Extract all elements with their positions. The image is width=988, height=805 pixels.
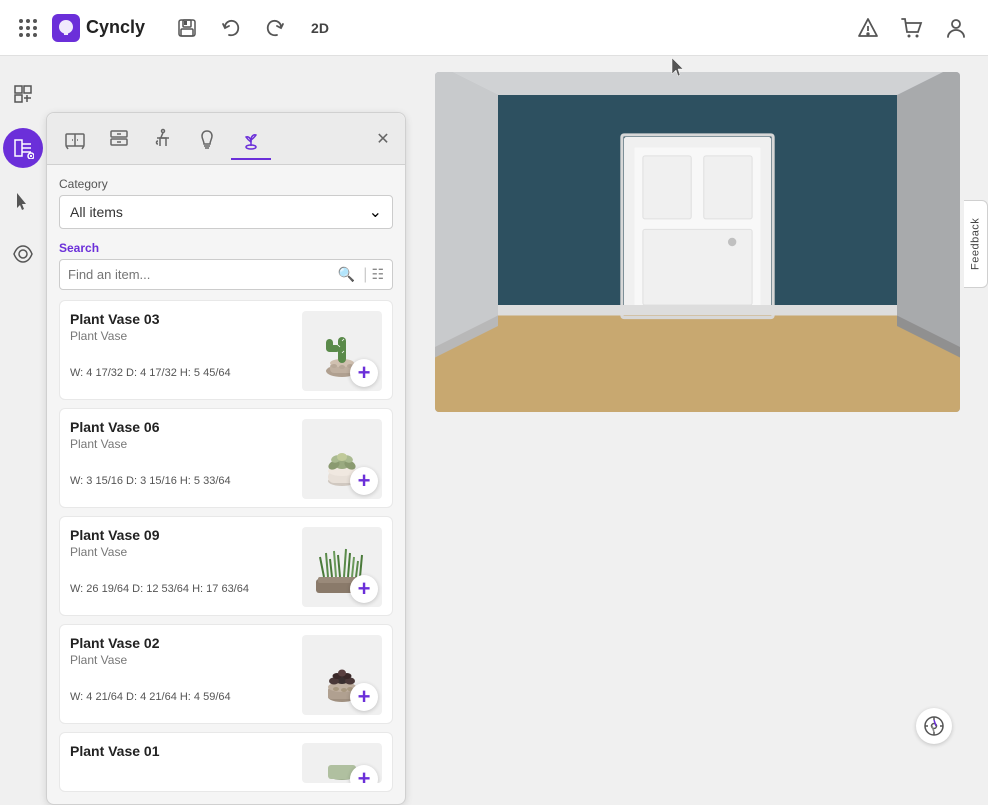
- item-subtype: Plant Vase: [70, 653, 302, 667]
- select-tool-button[interactable]: [5, 184, 41, 220]
- compass-button[interactable]: [916, 708, 952, 744]
- save-button[interactable]: [169, 10, 205, 46]
- category-label: Category: [59, 177, 393, 191]
- item-name: Plant Vase 09: [70, 527, 302, 543]
- search-label: Search: [59, 241, 393, 255]
- list-item: Plant Vase 06 Plant Vase W: 3 15/16 D: 3…: [59, 408, 393, 508]
- chevron-down-icon: ⌄: [369, 202, 382, 222]
- panel-close-button[interactable]: ✕: [369, 125, 397, 153]
- search-input[interactable]: [68, 260, 338, 289]
- item-thumbnail: +: [302, 635, 382, 715]
- catalog-panel: ✕ Category All items ⌄ Search 🔍 | ☷ Plan…: [46, 112, 406, 805]
- item-dims: W: 4 17/32 D: 4 17/32 H: 5 45/64: [70, 367, 302, 379]
- item-card-top: Plant Vase 02 Plant Vase W: 4 21/64 D: 4…: [70, 635, 382, 715]
- warning-button[interactable]: [848, 8, 888, 48]
- grid-menu-button[interactable]: [12, 12, 44, 44]
- panel-body: Category All items ⌄ Search 🔍 | ☷ Plant …: [47, 165, 405, 804]
- top-toolbar: Cyncly 2D: [0, 0, 988, 56]
- list-item: Plant Vase 03 Plant Vase W: 4 17/32 D: 4…: [59, 300, 393, 400]
- item-info: Plant Vase 09 Plant Vase W: 26 19/64 D: …: [70, 527, 302, 595]
- add-item-button[interactable]: +: [350, 575, 378, 603]
- item-card-top: Plant Vase 06 Plant Vase W: 3 15/16 D: 3…: [70, 419, 382, 499]
- add-item-button[interactable]: +: [350, 467, 378, 495]
- item-thumbnail: +: [302, 419, 382, 499]
- 3d-viewport: [435, 72, 960, 412]
- items-list: Plant Vase 03 Plant Vase W: 4 17/32 D: 4…: [59, 300, 393, 792]
- filter-icon[interactable]: ☷: [371, 266, 384, 283]
- add-item-button[interactable]: +: [350, 683, 378, 711]
- toolbar-left: Cyncly 2D: [12, 10, 339, 46]
- item-info: Plant Vase 02 Plant Vase W: 4 21/64 D: 4…: [70, 635, 302, 703]
- item-card-top: Plant Vase 09 Plant Vase W: 26 19/64 D: …: [70, 527, 382, 607]
- item-thumbnail: +: [302, 527, 382, 607]
- item-dims: W: 26 19/64 D: 12 53/64 H: 17 63/64: [70, 583, 302, 595]
- item-subtype: Plant Vase: [70, 329, 302, 343]
- list-item: Plant Vase 01 +: [59, 732, 393, 792]
- tab-lighting[interactable]: [187, 119, 227, 159]
- item-name: Plant Vase 02: [70, 635, 302, 651]
- draw-tool-button[interactable]: [5, 76, 41, 112]
- item-name: Plant Vase 03: [70, 311, 302, 327]
- item-info: Plant Vase 03 Plant Vase W: 4 17/32 D: 4…: [70, 311, 302, 379]
- add-item-button[interactable]: +: [350, 359, 378, 387]
- redo-button[interactable]: [257, 10, 293, 46]
- tab-furniture[interactable]: [55, 119, 95, 159]
- item-name: Plant Vase 06: [70, 419, 302, 435]
- tab-storage[interactable]: [99, 119, 139, 159]
- item-dims: W: 4 21/64 D: 4 21/64 H: 4 59/64: [70, 691, 302, 703]
- item-name: Plant Vase 01: [70, 743, 302, 759]
- item-info: Plant Vase 01: [70, 743, 302, 759]
- tab-plumbing[interactable]: [143, 119, 183, 159]
- list-item: Plant Vase 09 Plant Vase W: 26 19/64 D: …: [59, 516, 393, 616]
- user-button[interactable]: [936, 8, 976, 48]
- tab-plants[interactable]: [231, 119, 271, 159]
- item-thumbnail: +: [302, 743, 382, 783]
- cart-button[interactable]: [892, 8, 932, 48]
- toolbar-right: [848, 8, 976, 48]
- item-subtype: Plant Vase: [70, 437, 302, 451]
- item-dims: W: 3 15/16 D: 3 15/16 H: 5 33/64: [70, 475, 302, 487]
- logo-area: Cyncly: [52, 14, 145, 42]
- category-select[interactable]: All items ⌄: [59, 195, 393, 229]
- item-subtype: Plant Vase: [70, 545, 302, 559]
- divider: |: [363, 266, 367, 284]
- search-row: 🔍 | ☷: [59, 259, 393, 290]
- logo-icon: [52, 14, 80, 42]
- undo-button[interactable]: [213, 10, 249, 46]
- catalog-button[interactable]: [3, 128, 43, 168]
- viewport-inner: [435, 72, 960, 412]
- category-value: All items: [70, 204, 123, 220]
- item-thumbnail: +: [302, 311, 382, 391]
- feedback-button[interactable]: Feedback: [964, 200, 988, 288]
- left-side-panel: [0, 56, 46, 760]
- item-info: Plant Vase 06 Plant Vase W: 3 15/16 D: 3…: [70, 419, 302, 487]
- search-icon: 🔍: [338, 266, 355, 283]
- app-name: Cyncly: [86, 17, 145, 38]
- panel-header: ✕: [47, 113, 405, 165]
- view-button[interactable]: [5, 236, 41, 272]
- item-card-top: Plant Vase 01 +: [70, 743, 382, 783]
- view-2d-button[interactable]: 2D: [301, 16, 339, 40]
- list-item: Plant Vase 02 Plant Vase W: 4 21/64 D: 4…: [59, 624, 393, 724]
- item-card-top: Plant Vase 03 Plant Vase W: 4 17/32 D: 4…: [70, 311, 382, 391]
